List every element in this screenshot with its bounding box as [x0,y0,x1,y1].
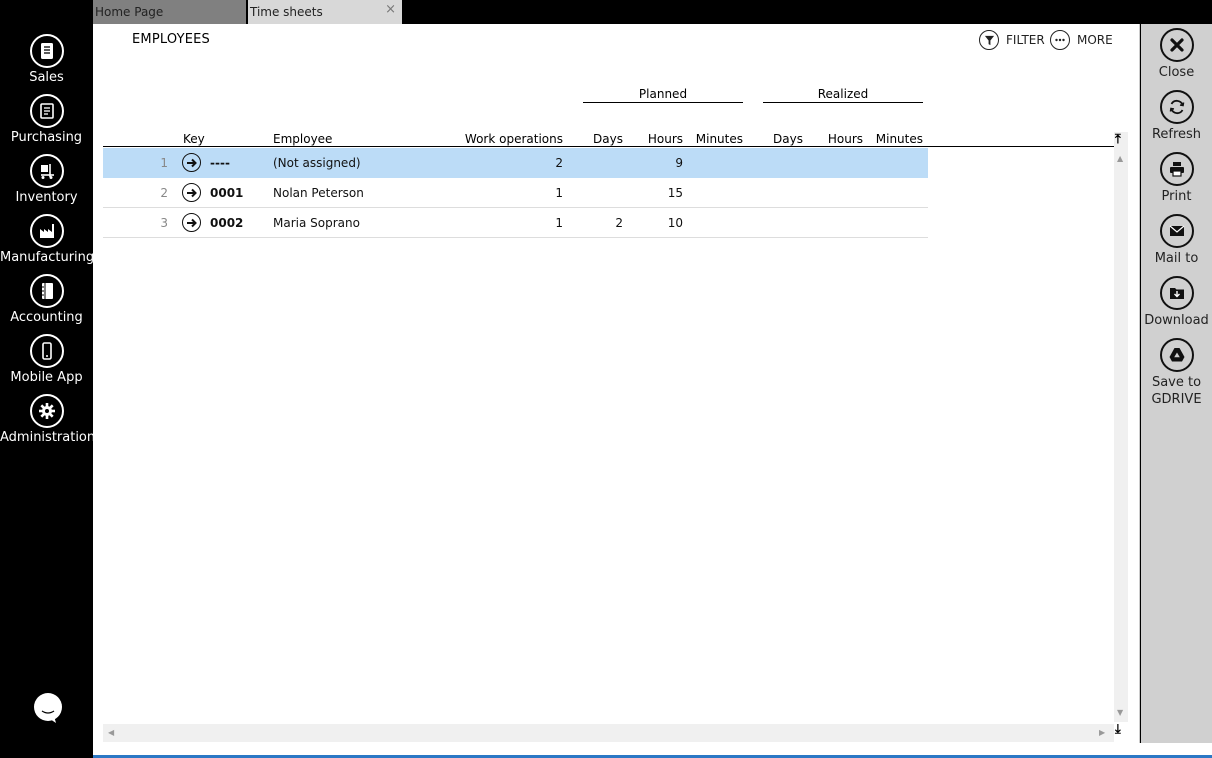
action-label: Download [1144,313,1209,328]
column-header-work-operations[interactable]: Work operations [463,132,563,146]
nav-label: Administration [0,430,96,445]
row-work-operations: 2 [555,156,563,170]
column-header-realized-minutes[interactable]: Minutes [873,132,923,146]
nav-item-inventory[interactable]: Inventory [0,154,93,205]
page-title: EMPLOYEES [132,32,210,47]
action-label: Print [1161,189,1192,204]
more-icon [1050,30,1070,50]
arrow-right-icon[interactable] [182,183,201,202]
table-row[interactable]: 1 ---- (Not assigned) 2 9 [103,148,928,178]
action-label: Refresh [1151,127,1202,142]
nav-label: Mobile App [10,370,83,385]
sales-icon [29,34,64,68]
manufacturing-icon [29,214,64,248]
column-header-realized-hours[interactable]: Hours [813,132,863,146]
row-planned-hours: 9 [675,156,683,170]
more-button[interactable]: MORE [1050,30,1113,50]
more-label: MORE [1077,33,1113,47]
column-header-planned-hours[interactable]: Hours [633,132,683,146]
nav-label: Accounting [10,310,83,325]
row-planned-hours: 15 [667,186,683,200]
right-action-bar: Close Refresh Print Mail to Download Sav… [1141,24,1212,743]
row-planned-days: 2 [615,216,623,230]
nav-item-mobile-app[interactable]: Mobile App [0,334,93,385]
mobile-icon [29,334,64,368]
row-planned-hours: 10 [667,216,683,230]
action-label: Mail to [1154,251,1199,266]
row-number: 2 [160,186,168,200]
vertical-scrollbar[interactable]: ▲ ▼ [1114,132,1128,722]
nav-label: Inventory [15,190,78,205]
filter-button[interactable]: FILTER [979,30,1045,50]
table-row[interactable]: 2 0001 Nolan Peterson 1 15 [103,178,928,208]
column-header-key[interactable]: Key [183,132,205,146]
arrow-right-icon[interactable] [182,213,201,232]
mail-icon [1159,214,1194,248]
row-employee: Nolan Peterson [273,186,364,200]
filter-icon [979,30,999,50]
tab-label: Home Page [95,5,164,19]
accounting-icon [29,274,64,308]
print-button[interactable]: Print [1141,152,1212,205]
nav-item-purchasing[interactable]: Purchasing [0,94,93,145]
download-icon [1159,276,1194,310]
save-to-gdrive-button[interactable]: Save to GDRIVE [1141,338,1212,408]
action-label: Close [1158,65,1195,80]
scroll-to-top-icon[interactable]: ⤒ [1115,132,1121,147]
download-button[interactable]: Download [1141,276,1212,329]
close-icon [1159,28,1194,62]
scroll-down-icon[interactable]: ▼ [1117,708,1123,717]
header-divider [103,146,1128,147]
mail-to-button[interactable]: Mail to [1141,214,1212,267]
tab-home-page[interactable]: Home Page [93,0,246,24]
horizontal-scrollbar[interactable]: ◀ ▶ [103,724,1114,742]
scroll-up-icon[interactable]: ▲ [1117,154,1123,163]
arrow-right-icon[interactable] [182,153,201,172]
nav-label: Purchasing [10,130,83,145]
row-work-operations: 1 [555,186,563,200]
tab-time-sheets[interactable]: Time sheets × [248,0,402,24]
column-header-employee[interactable]: Employee [273,132,332,146]
column-header-realized-days[interactable]: Days [763,132,803,146]
scroll-right-icon[interactable]: ▶ [1099,728,1105,737]
table-row[interactable]: 3 0002 Maria Soprano 1 2 10 [103,208,928,238]
left-navigation: Sales Purchasing Inventory Manufacturing… [0,0,96,758]
row-key: ---- [210,156,230,170]
row-employee: (Not assigned) [273,156,361,170]
tab-label: Time sheets [250,5,323,19]
filter-label: FILTER [1006,33,1045,47]
purchasing-icon [29,94,64,128]
nav-item-accounting[interactable]: Accounting [0,274,93,325]
gear-icon [29,394,64,428]
row-number: 1 [160,156,168,170]
gdrive-icon [1159,338,1194,372]
scroll-to-bottom-icon[interactable]: ⤓ [1115,722,1121,737]
refresh-icon [1159,90,1194,124]
row-employee: Maria Soprano [273,216,360,230]
row-key: 0002 [210,216,244,230]
action-label: Save to GDRIVE [1151,375,1202,407]
inventory-icon [29,154,64,188]
nav-item-sales[interactable]: Sales [0,34,93,85]
refresh-button[interactable]: Refresh [1141,90,1212,143]
nav-label: Sales [29,70,64,85]
group-header-realized: Realized [763,87,923,103]
tab-close-icon[interactable]: × [385,0,396,22]
column-header-planned-minutes[interactable]: Minutes [693,132,743,146]
group-header-planned: Planned [583,87,743,103]
close-button[interactable]: Close [1141,28,1212,81]
column-header-planned-days[interactable]: Days [583,132,623,146]
row-key: 0001 [210,186,244,200]
tab-bar: Home Page Time sheets × [93,0,1212,24]
nav-item-manufacturing[interactable]: Manufacturing [0,214,95,265]
print-icon [1159,152,1194,186]
main-panel: EMPLOYEES FILTER MORE Planned Realized K… [93,24,1140,743]
row-work-operations: 1 [555,216,563,230]
nav-label: Manufacturing [0,250,95,265]
chat-bubble-icon[interactable] [32,692,64,724]
row-number: 3 [160,216,168,230]
scroll-left-icon[interactable]: ◀ [108,728,114,737]
nav-item-administration[interactable]: Administration [0,394,96,445]
